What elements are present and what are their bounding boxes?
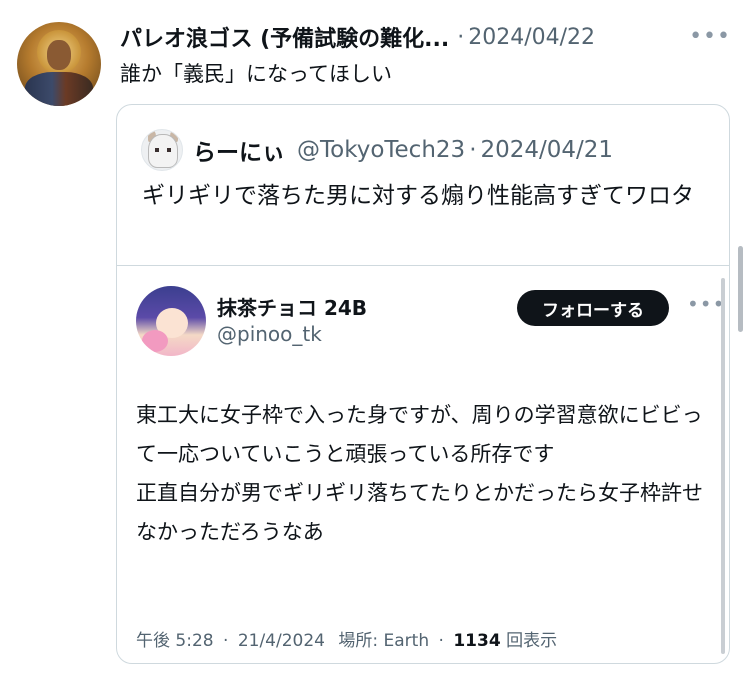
outer-more-icon[interactable]: ••• xyxy=(689,24,731,49)
footer-separator: · xyxy=(223,631,229,651)
embedded-handle[interactable]: @pinoo_tk xyxy=(217,322,322,346)
avatar-robe xyxy=(25,72,93,106)
embedded-display-name[interactable]: 抹茶チョコ 24B xyxy=(217,292,367,321)
outer-separator: · xyxy=(457,24,465,50)
embedded-footer: 午後 5:28 · 21/4/2024 場所: Earth · 1134 回表示 xyxy=(136,626,557,651)
embedded-text-line: 正直自分が男でギリギリ落ちてたりとかだったら女子枠許せなかっただろうなあ xyxy=(136,481,703,544)
view-count-label: 回表示 xyxy=(506,631,558,651)
embedded-scrollbar[interactable] xyxy=(721,278,725,654)
quote-handle[interactable]: @TokyoTech23 xyxy=(297,137,465,163)
embedded-more-icon[interactable]: ••• xyxy=(687,292,725,316)
quote-card[interactable]: らーにぃ @TokyoTech23 · 2024/04/21 ギリギリで落ちた男… xyxy=(116,104,730,664)
view-count: 1134 xyxy=(453,631,501,651)
embedded-avatar[interactable] xyxy=(136,286,206,356)
quote-tweet-text: ギリギリで落ちた男に対する煽り性能高すぎてワロタ xyxy=(142,183,694,209)
outer-header: パレオ浪ゴス (予備試験の難化... · 2024/04/22 xyxy=(120,20,729,54)
embedded-tweet-card[interactable]: 抹茶チョコ 24B @pinoo_tk フォローする ••• 東工大に女子枠で入… xyxy=(117,265,729,663)
quote-display-name[interactable]: らーにぃ xyxy=(193,133,285,167)
embedded-tweet-text: 東工大に女子枠で入った身ですが、周りの学習意欲にビビって一応ついていこうと頑張っ… xyxy=(136,396,716,552)
outer-display-name[interactable]: パレオ浪ゴス (予備試験の難化... xyxy=(120,21,449,53)
follow-button[interactable]: フォローする xyxy=(517,290,669,326)
quote-date[interactable]: 2024/04/21 xyxy=(481,137,614,163)
quote-separator: · xyxy=(469,137,477,163)
footer-separator: · xyxy=(438,631,444,651)
quote-header: らーにぃ @TokyoTech23 · 2024/04/21 xyxy=(193,133,613,167)
quote-avatar[interactable] xyxy=(141,129,183,171)
embedded-text-line: 東工大に女子枠で入った身ですが、周りの学習意欲にビビって一応ついていこうと頑張っ… xyxy=(136,403,703,466)
outer-date[interactable]: 2024/04/22 xyxy=(468,25,595,50)
avatar-flower xyxy=(142,330,168,352)
avatar-face xyxy=(47,40,71,70)
post-location[interactable]: 場所: Earth xyxy=(338,631,429,651)
page-scrollbar[interactable] xyxy=(738,246,743,332)
outer-avatar[interactable] xyxy=(17,22,101,106)
outer-tweet-text: 誰か「義民」になってほしい xyxy=(120,62,392,86)
tweet-view: パレオ浪ゴス (予備試験の難化... · 2024/04/22 ••• 誰か「義… xyxy=(0,0,749,678)
post-date[interactable]: 21/4/2024 xyxy=(238,631,325,651)
avatar-eyes xyxy=(155,148,171,152)
post-time[interactable]: 午後 5:28 xyxy=(136,631,214,651)
